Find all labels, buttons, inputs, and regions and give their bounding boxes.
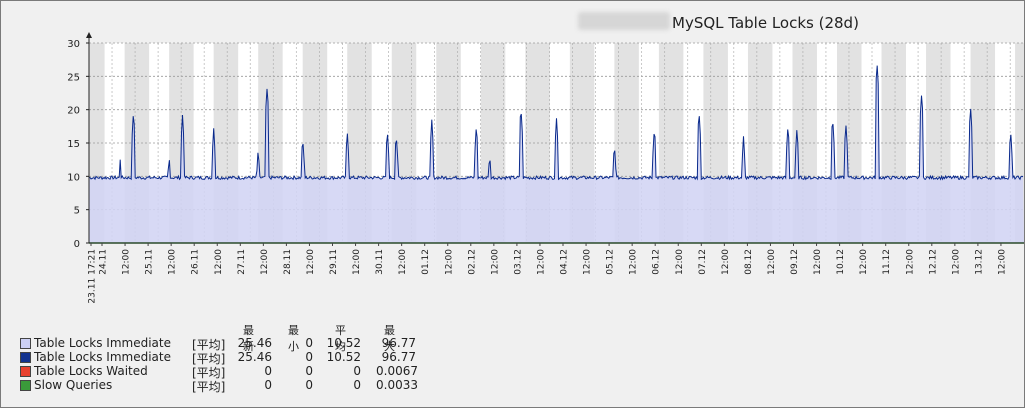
x-tick-label: 12:00	[997, 249, 1007, 275]
x-tick-label: 12:00	[629, 249, 639, 275]
x-tick-label: 26.11	[191, 249, 201, 275]
y-tick-label: 10	[67, 172, 80, 183]
x-tick-label: 01.12	[421, 249, 431, 275]
x-tick-label: 12:00	[490, 249, 500, 275]
y-tick-label: 15	[67, 139, 80, 150]
x-tick-label: 12:00	[721, 249, 731, 275]
legend-value-min: 0	[305, 336, 313, 350]
y-tick-label: 5	[74, 206, 80, 217]
x-tick-label: 08.12	[744, 249, 754, 275]
x-tick-label: 12:00	[168, 249, 178, 275]
x-tick-label: 12:00	[536, 249, 546, 275]
legend-value-max: 0.0033	[376, 378, 418, 392]
x-tick-label: 12:00	[905, 249, 915, 275]
x-tick-label: 11.12	[882, 249, 892, 275]
legend-value-latest: 25.46	[237, 336, 272, 350]
legend-value-max: 96.77	[381, 336, 416, 350]
x-tick-label: 10.12	[836, 249, 846, 275]
legend-value-min: 0	[305, 364, 313, 378]
x-tick-label: 12:00	[767, 249, 777, 275]
x-tick-label: 12:00	[675, 249, 685, 275]
x-tick-label: 30.11	[375, 249, 385, 275]
x-tick-label: 04.12	[560, 249, 570, 275]
y-tick-label: 30	[67, 39, 80, 50]
x-tick-label: 12:00	[352, 249, 362, 275]
legend-aggregation-tag: [平均]	[192, 380, 226, 394]
y-tick-label: 25	[67, 72, 80, 83]
y-tick-label: 20	[67, 106, 80, 117]
x-tick-label: 12:00	[583, 249, 593, 275]
legend-value-min: 0	[305, 378, 313, 392]
x-tick-label: 12:00	[398, 249, 408, 275]
legend-series-name: Table Locks Waited	[34, 364, 148, 378]
legend-swatch	[20, 366, 31, 377]
legend-value-avg: 0	[353, 364, 361, 378]
legend-swatch	[20, 352, 31, 363]
x-tick-label: 06.12	[652, 249, 662, 275]
legend-value-min: 0	[305, 350, 313, 364]
x-tick-label: 12.12	[928, 249, 938, 275]
x-tick-label: 02.12	[467, 249, 477, 275]
legend-value-max: 0.0067	[376, 364, 418, 378]
legend-series-name: Table Locks Immediate	[34, 350, 171, 364]
x-tick-label: 27.11	[237, 249, 247, 275]
legend-value-avg: 10.52	[326, 350, 361, 364]
legend-series-name: Table Locks Immediate	[34, 336, 171, 350]
legend-value-avg: 0	[353, 378, 361, 392]
y-axis-arrow	[86, 32, 92, 38]
x-tick-label: 12:00	[122, 249, 132, 275]
legend-swatch	[20, 380, 31, 391]
x-tick-label: 12:00	[260, 249, 270, 275]
x-tick-label: 05.12	[606, 249, 616, 275]
chart-area: 0 5 10 15 20 25 30 23.11 17:21 24.11 12:00 25.11 12…	[67, 32, 1024, 304]
x-tick-label: 07.12	[698, 249, 708, 275]
legend-value-latest: 0	[264, 378, 272, 392]
x-tick-label: 13.12	[974, 249, 984, 275]
legend-value-latest: 0	[264, 364, 272, 378]
x-tick-label: 29.11	[329, 249, 339, 275]
x-tick-label: 09.12	[790, 249, 800, 275]
x-tick-label: 12:00	[444, 249, 454, 275]
legend-value-max: 96.77	[381, 350, 416, 364]
x-tick-label: 03.12	[513, 249, 523, 275]
x-tick-label: 24.11	[99, 249, 109, 275]
legend-swatch	[20, 338, 31, 349]
x-tick-label: 28.11	[283, 249, 293, 275]
x-tick-label: 12:00	[306, 249, 316, 275]
x-tick-label: 12:00	[951, 249, 961, 275]
x-tick-label: 12:00	[813, 249, 823, 275]
y-tick-label: 0	[74, 239, 80, 250]
legend-value-latest: 25.46	[237, 350, 272, 364]
x-tick-label: 25.11	[145, 249, 155, 275]
legend-series-name: Slow Queries	[34, 378, 113, 392]
x-tick-label: 12:00	[214, 249, 224, 275]
x-tick-label: 12:00	[859, 249, 869, 275]
legend-value-avg: 10.52	[326, 336, 361, 350]
x-tick-label: 23.11 17:21	[88, 249, 98, 304]
